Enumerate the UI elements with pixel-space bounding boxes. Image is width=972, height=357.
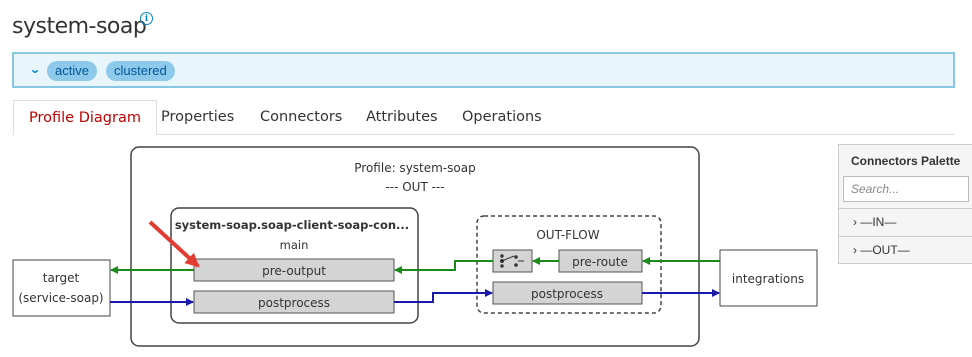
profile-container (130, 146, 700, 347)
outflow-title: OUT-FLOW (536, 228, 599, 242)
router-switch[interactable] (492, 249, 533, 273)
connector-subtitle: main (280, 238, 309, 252)
profile-title: Profile: system-soap (354, 161, 475, 175)
palette-title: Connectors Palette (851, 154, 961, 168)
connector-title: system-soap.soap-client-soap-con... (175, 218, 409, 232)
target-node[interactable] (12, 259, 111, 317)
profile-subtitle: --- OUT --- (385, 180, 444, 194)
postprocess-right-label: postprocess (531, 287, 603, 301)
pre-output-label: pre-output (262, 264, 326, 278)
palette-search-input[interactable] (843, 176, 969, 202)
flow-green-3 (394, 260, 493, 274)
palette-group-out[interactable]: › —OUT— (839, 236, 972, 262)
pre-route-label: pre-route (572, 255, 628, 269)
profile-diagram: Profile: system-soap --- OUT --- target … (12, 146, 818, 347)
target-sublabel: (service-soap) (18, 291, 103, 305)
palette-group-in[interactable]: › —IN— (839, 208, 972, 234)
target-label: target (43, 271, 80, 285)
integrations-label: integrations (732, 272, 804, 286)
postprocess-left-label: postprocess (258, 296, 330, 310)
